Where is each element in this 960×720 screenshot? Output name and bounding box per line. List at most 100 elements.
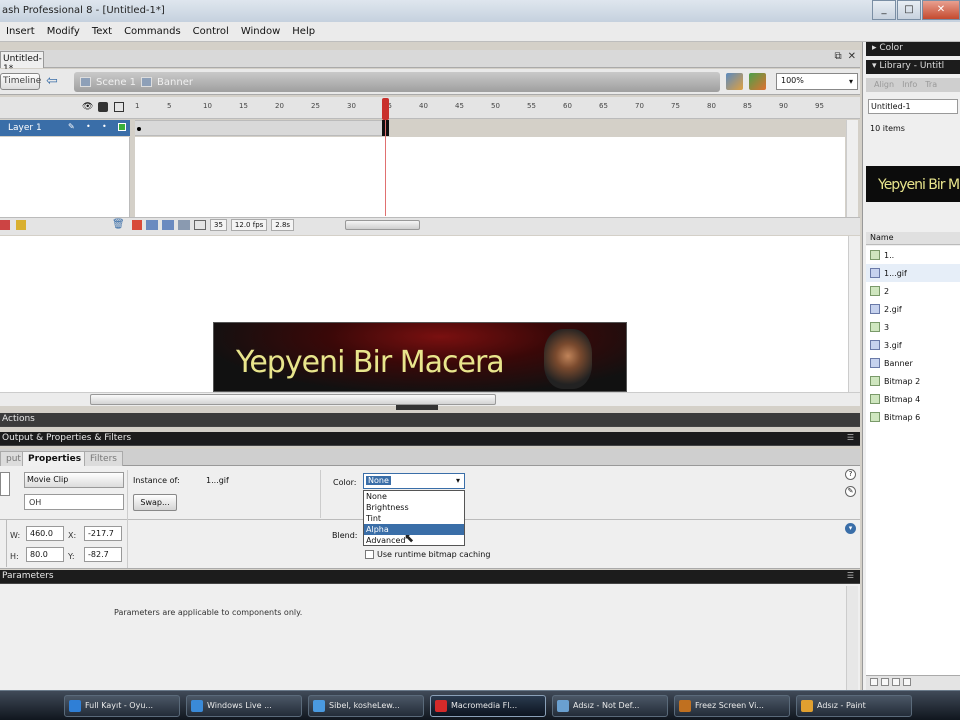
taskbar-button[interactable]: Full Kayıt - Oyu... bbox=[64, 694, 180, 717]
onion-skin-icon[interactable] bbox=[146, 220, 158, 230]
timeline-horizontal-scrollbar[interactable] bbox=[345, 220, 420, 230]
eye-icon[interactable]: 👁 bbox=[82, 102, 93, 112]
bitmap-caching-checkbox[interactable]: Use runtime bitmap caching bbox=[365, 550, 490, 559]
panel-options-icon[interactable]: ☰ bbox=[847, 571, 854, 580]
insert-layer-icon[interactable] bbox=[0, 220, 10, 230]
taskbar-button[interactable]: Freez Screen Vi... bbox=[674, 694, 790, 717]
expand-icon[interactable]: ▾ bbox=[845, 523, 856, 534]
document-tab[interactable]: Untitled-1* bbox=[0, 51, 44, 74]
library-item[interactable]: Bitmap 4 bbox=[866, 390, 960, 408]
lock-icon[interactable] bbox=[98, 102, 108, 112]
library-item[interactable]: Bitmap 6 bbox=[866, 408, 960, 426]
breadcrumb-scene[interactable]: Scene 1 bbox=[96, 77, 136, 88]
properties-icon[interactable] bbox=[892, 678, 900, 686]
frame-grid[interactable] bbox=[135, 137, 845, 217]
trash-icon[interactable]: 🗑 bbox=[112, 219, 125, 231]
outline-color-icon[interactable] bbox=[118, 123, 126, 131]
close-doc-icon[interactable]: ✕ bbox=[848, 51, 856, 62]
panel-options-icon[interactable]: ☰ bbox=[847, 433, 854, 442]
outline-icon[interactable] bbox=[114, 102, 124, 112]
menu-control[interactable]: Control bbox=[187, 26, 235, 37]
lock-dot-icon[interactable]: • bbox=[102, 123, 110, 131]
minimize-icon[interactable]: _ bbox=[872, 0, 896, 20]
instance-name-input[interactable]: OH bbox=[24, 494, 124, 510]
menu-commands[interactable]: Commands bbox=[118, 26, 187, 37]
app-icon bbox=[313, 699, 325, 712]
center-frame-icon[interactable] bbox=[132, 220, 142, 230]
color-option[interactable]: Tint bbox=[364, 513, 464, 524]
symbol-type-select[interactable]: Movie Clip bbox=[24, 472, 124, 488]
taskbar-button[interactable]: Sibel, kosheLew... bbox=[308, 694, 424, 717]
library-document-select[interactable]: Untitled-1 bbox=[868, 99, 958, 114]
library-item[interactable]: 1...gif bbox=[866, 264, 960, 282]
edit-symbols-icon[interactable] bbox=[749, 73, 766, 90]
color-option[interactable]: Brightness bbox=[364, 502, 464, 513]
taskbar-button[interactable]: Adsız - Not Def... bbox=[552, 694, 668, 717]
playhead[interactable] bbox=[382, 98, 389, 218]
x-input[interactable]: -217.7 bbox=[84, 526, 122, 541]
insert-folder-icon[interactable] bbox=[16, 220, 26, 230]
library-name-column-header[interactable]: Name bbox=[866, 232, 960, 245]
swap-button[interactable]: Swap... bbox=[133, 494, 177, 511]
library-item[interactable]: 2 bbox=[866, 282, 960, 300]
parameters-vertical-scrollbar[interactable] bbox=[846, 586, 858, 690]
taskbar-button[interactable]: Macromedia Fl... bbox=[430, 694, 546, 717]
frame-span[interactable] bbox=[135, 120, 383, 136]
edit-icon[interactable]: ✎ bbox=[845, 486, 856, 497]
color-option[interactable]: None bbox=[364, 491, 464, 502]
stage-scroll-thumb[interactable] bbox=[90, 394, 496, 405]
tab-transform[interactable]: Tra bbox=[925, 80, 937, 92]
onion-outline-icon[interactable] bbox=[162, 220, 174, 230]
parameters-panel-header[interactable]: Parameters ☰ bbox=[0, 570, 860, 584]
breadcrumb-symbol[interactable]: Banner bbox=[157, 77, 193, 88]
tab-properties[interactable]: Properties bbox=[22, 451, 88, 466]
library-panel-header[interactable]: ▾ Library - Untitl bbox=[866, 60, 960, 74]
width-input[interactable]: 460.0 bbox=[26, 526, 64, 541]
menu-text[interactable]: Text bbox=[86, 26, 118, 37]
close-icon[interactable]: ✕ bbox=[922, 0, 960, 20]
tab-align[interactable]: Align bbox=[874, 80, 894, 92]
menu-modify[interactable]: Modify bbox=[41, 26, 86, 37]
library-item[interactable]: 1.. bbox=[866, 246, 960, 264]
library-item[interactable]: 3.gif bbox=[866, 336, 960, 354]
banner-movie-clip[interactable]: Yepyeni Bir Macera bbox=[213, 322, 627, 392]
y-input[interactable]: -82.7 bbox=[84, 547, 122, 562]
taskbar-button[interactable]: Windows Live ... bbox=[186, 694, 302, 717]
library-item[interactable]: Banner bbox=[866, 354, 960, 372]
layer-row[interactable]: Layer 1 ✎ • • bbox=[0, 120, 130, 136]
timeline-toggle-button[interactable]: Timeline bbox=[0, 73, 41, 90]
edit-multiple-frames-icon[interactable] bbox=[178, 220, 190, 230]
menu-help[interactable]: Help bbox=[286, 26, 321, 37]
edit-scene-icon[interactable] bbox=[726, 73, 743, 90]
timeline-vertical-scrollbar[interactable] bbox=[846, 120, 858, 217]
help-icon[interactable]: ? bbox=[845, 469, 856, 480]
new-symbol-icon[interactable] bbox=[870, 678, 878, 686]
visible-dot-icon[interactable]: • bbox=[86, 123, 94, 131]
stage-vertical-scrollbar[interactable] bbox=[848, 236, 860, 392]
library-item[interactable]: Bitmap 2 bbox=[866, 372, 960, 390]
panel-resize-grip[interactable] bbox=[396, 405, 438, 410]
lock-ratio-icon[interactable] bbox=[2, 519, 7, 567]
back-arrow-icon[interactable]: ⇦ bbox=[46, 74, 64, 90]
height-input[interactable]: 80.0 bbox=[26, 547, 64, 562]
menu-insert[interactable]: Insert bbox=[0, 26, 41, 37]
tab-info[interactable]: Info bbox=[902, 80, 917, 92]
zoom-select[interactable]: 100% ▾ bbox=[776, 73, 858, 90]
delete-icon[interactable] bbox=[903, 678, 911, 686]
menu-window[interactable]: Window bbox=[235, 26, 286, 37]
playhead-handle[interactable] bbox=[382, 98, 389, 120]
actions-panel-header[interactable]: Actions bbox=[0, 413, 860, 427]
checkbox-box[interactable] bbox=[365, 550, 374, 559]
properties-panel-header[interactable]: Output & Properties & Filters ☰ bbox=[0, 432, 860, 446]
modify-markers-icon[interactable] bbox=[194, 220, 206, 230]
taskbar-button[interactable]: Adsız - Paint bbox=[796, 694, 912, 717]
color-effect-select[interactable]: None ▾ bbox=[363, 473, 465, 489]
stage-horizontal-scrollbar[interactable] bbox=[0, 392, 860, 410]
maximize-icon[interactable]: □ bbox=[897, 0, 921, 20]
restore-icon[interactable]: ⧉ bbox=[834, 51, 841, 62]
tab-filters[interactable]: Filters bbox=[84, 451, 123, 466]
library-item[interactable]: 3 bbox=[866, 318, 960, 336]
library-item[interactable]: 2.gif bbox=[866, 300, 960, 318]
color-panel-header[interactable]: ▸ Color bbox=[866, 42, 960, 56]
new-folder-icon[interactable] bbox=[881, 678, 889, 686]
